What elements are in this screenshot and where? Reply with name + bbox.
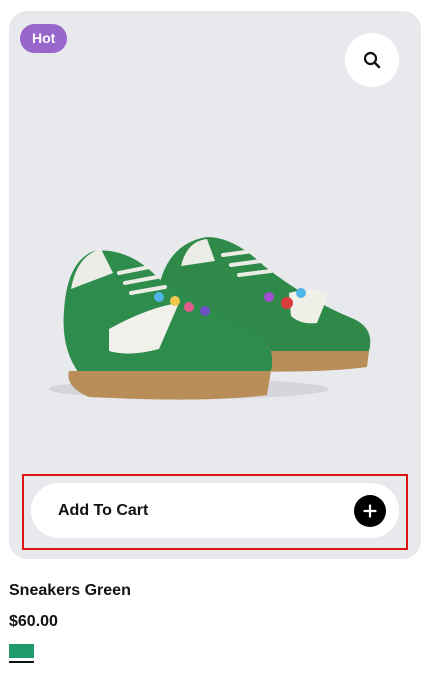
hot-badge: Hot — [20, 24, 68, 53]
plus-icon — [354, 495, 386, 527]
add-to-cart-label: Add To Cart — [58, 502, 149, 519]
color-swatch[interactable] — [9, 644, 34, 663]
product-price: $60.00 — [9, 613, 58, 630]
add-to-cart-button[interactable]: Add To Cart — [31, 483, 399, 538]
search-icon — [363, 51, 381, 69]
swatch-fill — [9, 644, 34, 658]
product-title[interactable]: Sneakers Green — [9, 582, 131, 600]
zoom-button[interactable] — [345, 33, 399, 87]
